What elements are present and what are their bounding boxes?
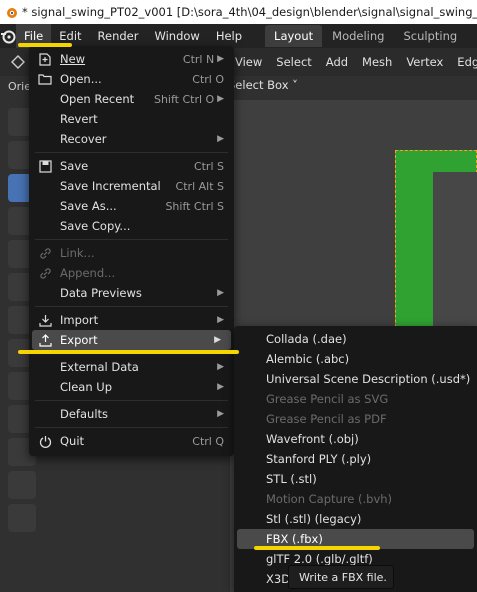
tab-modeling[interactable]: Modeling xyxy=(323,25,393,47)
export-icon xyxy=(38,333,52,347)
menu-mesh[interactable]: Mesh xyxy=(355,55,399,69)
viewport-menus: View Select Add Mesh Vertex Edge xyxy=(228,55,477,69)
file-data-previews[interactable]: Data Previews ▶ xyxy=(29,283,234,303)
file-save-incremental[interactable]: Save Incremental Ctrl Alt S xyxy=(29,176,234,196)
file-open-recent[interactable]: Open Recent Shift Ctrl O ▶ xyxy=(29,89,234,109)
menu-view[interactable]: View xyxy=(228,55,269,69)
submenu-arrow-icon: ▶ xyxy=(217,382,224,392)
window-title: * signal_swing_PT02_v001 [D:\sora_4th\04… xyxy=(21,5,477,19)
highlight-file-underline xyxy=(18,43,72,47)
menu-render[interactable]: Render xyxy=(90,24,147,48)
menu-help[interactable]: Help xyxy=(208,24,250,48)
submenu-arrow-icon: ▶ xyxy=(214,94,224,104)
editor-type-icon[interactable] xyxy=(10,54,26,73)
file-external-data[interactable]: External Data ▶ xyxy=(29,357,234,377)
link-icon xyxy=(38,246,52,260)
export-collada[interactable]: Collada (.dae) xyxy=(234,329,477,349)
file-revert[interactable]: Revert xyxy=(29,109,234,129)
file-quit[interactable]: Quit Ctrl Q xyxy=(29,431,234,451)
window-titlebar: * signal_swing_PT02_v001 [D:\sora_4th\04… xyxy=(0,0,477,24)
submenu-arrow-icon: ▶ xyxy=(217,288,224,298)
file-save-as[interactable]: Save As... Shift Ctrl S xyxy=(29,196,234,216)
submenu-arrow-icon: ▶ xyxy=(217,362,224,372)
export-alembic[interactable]: Alembic (.abc) xyxy=(234,349,477,369)
export-stl[interactable]: STL (.stl) xyxy=(234,469,477,489)
blender-logo-icon[interactable] xyxy=(0,28,16,44)
file-defaults[interactable]: Defaults ▶ xyxy=(29,404,234,424)
blender-app-icon xyxy=(0,5,22,19)
file-recover[interactable]: Recover ▶ xyxy=(29,129,234,149)
export-usd[interactable]: Universal Scene Description (.usd*) xyxy=(234,369,477,389)
menu-separator xyxy=(35,306,228,307)
highlight-fbx-underline xyxy=(254,546,380,550)
file-clean-up[interactable]: Clean Up ▶ xyxy=(29,377,234,397)
file-import[interactable]: Import ▶ xyxy=(29,310,234,330)
file-append[interactable]: Append... xyxy=(29,263,234,283)
highlight-export-underline xyxy=(18,350,239,354)
file-open[interactable]: Open... Ctrl O xyxy=(29,69,234,89)
submenu-arrow-icon: ▶ xyxy=(214,335,221,345)
file-export[interactable]: Export ▶ xyxy=(32,330,231,350)
file-link[interactable]: Link... xyxy=(29,243,234,263)
fbx-tooltip: Write a FBX file. xyxy=(288,565,394,589)
file-new[interactable]: New Ctrl N ▶ xyxy=(29,49,234,69)
menu-separator xyxy=(35,427,228,428)
menu-separator xyxy=(35,400,228,401)
append-icon xyxy=(38,266,52,280)
menu-window[interactable]: Window xyxy=(146,24,207,48)
export-gp-svg[interactable]: Grease Pencil as SVG xyxy=(234,389,477,409)
submenu-arrow-icon: ▶ xyxy=(217,409,224,419)
menu-separator xyxy=(35,152,228,153)
menu-vertex[interactable]: Vertex xyxy=(399,55,450,69)
file-save-copy[interactable]: Save Copy... xyxy=(29,216,234,236)
export-gp-pdf[interactable]: Grease Pencil as PDF xyxy=(234,409,477,429)
submenu-arrow-icon: ▶ xyxy=(217,315,224,325)
menu-edge[interactable]: Edge xyxy=(450,55,477,69)
tool-bevel[interactable] xyxy=(8,471,36,499)
menu-add[interactable]: Add xyxy=(319,55,355,69)
export-ply[interactable]: Stanford PLY (.ply) xyxy=(234,449,477,469)
select-box-dropdown[interactable]: Select Box ˅ xyxy=(228,78,298,92)
tab-layout[interactable]: Layout xyxy=(265,25,323,47)
submenu-arrow-icon: ▶ xyxy=(217,134,224,144)
orientation-label[interactable]: Orie xyxy=(8,80,31,93)
export-bvh[interactable]: Motion Capture (.bvh) xyxy=(234,489,477,509)
save-icon xyxy=(38,159,52,173)
import-icon xyxy=(38,313,52,327)
export-submenu: Collada (.dae) Alembic (.abc) Universal … xyxy=(234,326,477,592)
export-obj[interactable]: Wavefront (.obj) xyxy=(234,429,477,449)
submenu-arrow-icon: ▶ xyxy=(214,54,224,64)
workspace-tabs: Layout Modeling Sculpting UV xyxy=(265,25,477,47)
file-save[interactable]: Save Ctrl S xyxy=(29,156,234,176)
tab-uv[interactable]: UV xyxy=(467,25,477,47)
new-file-icon xyxy=(38,52,52,66)
tool-loop-cut[interactable] xyxy=(8,504,36,532)
menu-select[interactable]: Select xyxy=(269,55,318,69)
file-menu: New Ctrl N ▶ Open... Ctrl O Open Recent … xyxy=(29,46,234,456)
menu-separator xyxy=(35,239,228,240)
folder-icon xyxy=(38,72,52,86)
power-icon xyxy=(38,434,52,448)
export-stl-legacy[interactable]: Stl (.stl) (legacy) xyxy=(234,509,477,529)
tab-sculpting[interactable]: Sculpting xyxy=(394,25,466,47)
